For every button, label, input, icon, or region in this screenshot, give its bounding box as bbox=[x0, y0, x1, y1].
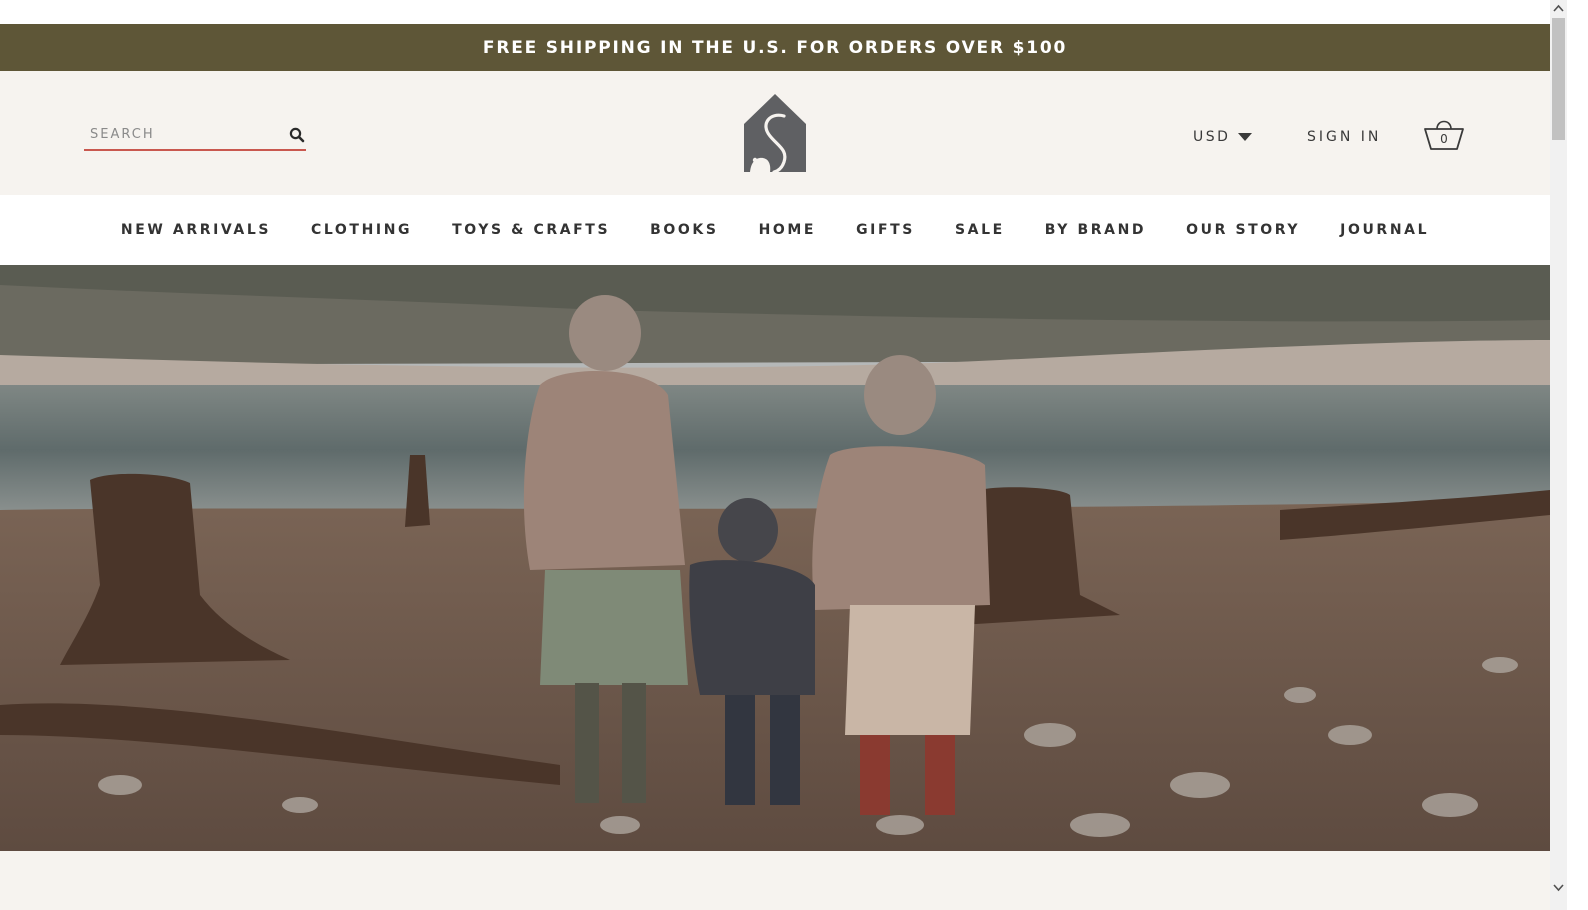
nav-item-journal[interactable]: JOURNAL bbox=[1320, 222, 1449, 238]
caret-down-icon bbox=[1238, 132, 1253, 141]
nav-item-new-arrivals[interactable]: NEW ARRIVALS bbox=[101, 222, 291, 238]
scroll-up-arrow-icon[interactable] bbox=[1550, 0, 1567, 17]
cart-count: 0 bbox=[1440, 132, 1448, 146]
window-edge bbox=[1567, 0, 1588, 910]
nav-item-clothing[interactable]: CLOTHING bbox=[291, 222, 432, 238]
currency-selector[interactable]: USD bbox=[1193, 129, 1253, 145]
main-nav: NEW ARRIVALS CLOTHING TOYS & CRAFTS BOOK… bbox=[0, 195, 1550, 265]
hero-photo-children-by-lake bbox=[0, 265, 1550, 851]
house-logo-icon[interactable] bbox=[744, 94, 806, 172]
scroll-down-arrow-icon[interactable] bbox=[1550, 879, 1567, 896]
cart-button[interactable]: 0 bbox=[1422, 115, 1466, 155]
nav-item-gifts[interactable]: GIFTS bbox=[836, 222, 935, 238]
nav-item-home[interactable]: HOME bbox=[739, 222, 837, 238]
search-box bbox=[84, 121, 306, 151]
currency-label: USD bbox=[1193, 129, 1231, 145]
vertical-scrollbar[interactable] bbox=[1550, 0, 1567, 910]
sign-in-link[interactable]: SIGN IN bbox=[1307, 129, 1381, 145]
promo-text: FREE SHIPPING IN THE U.S. FOR ORDERS OVE… bbox=[482, 37, 1068, 58]
nav-item-by-brand[interactable]: BY BRAND bbox=[1025, 222, 1166, 238]
hero-image[interactable] bbox=[0, 265, 1550, 851]
nav-item-books[interactable]: BOOKS bbox=[630, 222, 738, 238]
nav-item-our-story[interactable]: OUR STORY bbox=[1166, 222, 1320, 238]
site-header: USD SIGN IN 0 bbox=[0, 71, 1550, 195]
top-blank-strip bbox=[0, 0, 1550, 24]
search-input[interactable] bbox=[90, 123, 280, 145]
content-below-hero bbox=[0, 851, 1550, 910]
scrollbar-thumb[interactable] bbox=[1552, 18, 1565, 140]
promo-bar: FREE SHIPPING IN THE U.S. FOR ORDERS OVE… bbox=[0, 24, 1550, 71]
nav-item-sale[interactable]: SALE bbox=[935, 222, 1025, 238]
nav-item-toys-crafts[interactable]: TOYS & CRAFTS bbox=[432, 222, 630, 238]
search-icon[interactable] bbox=[288, 126, 306, 144]
